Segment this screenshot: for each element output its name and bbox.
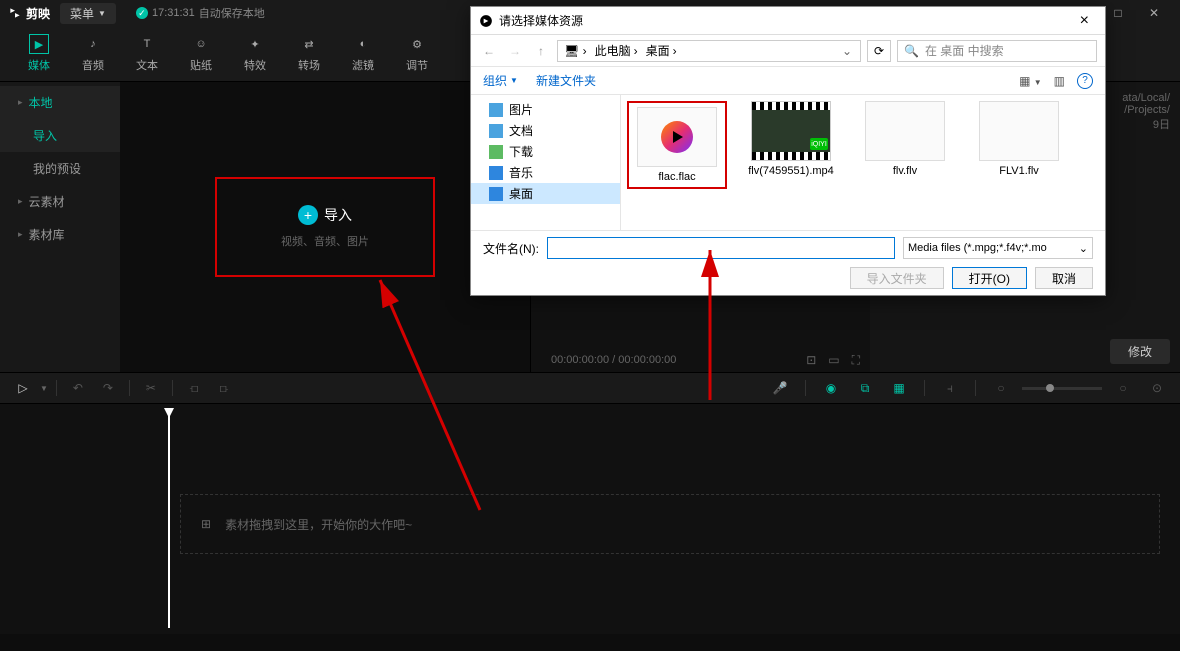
- import-dropzone[interactable]: + 导入 视频、音频、图片: [215, 177, 435, 277]
- pc-icon[interactable]: 🖥 ›: [560, 44, 591, 58]
- fullscreen-icon[interactable]: ⛶: [852, 353, 860, 368]
- file-item-1[interactable]: iQIYIflv(7459551).mp4: [741, 101, 841, 177]
- file-list: flac.flaciQIYIflv(7459551).mp4flv.flvFLV…: [621, 95, 1105, 230]
- preview-controls: ⊡ ▭ ⛶: [806, 353, 860, 368]
- nav-item-0[interactable]: 图片: [471, 99, 620, 120]
- timeline-toolbar: ▷ ▼ ↶ ↷ ✂ ⟤ ⟥ 🎤 ◉ ⧉ ▦ ⫞ ○ ○ ⊙: [0, 372, 1180, 404]
- undo-button[interactable]: ↶: [65, 377, 91, 399]
- time-display: 00:00:00:00 / 00:00:00:00: [551, 354, 676, 366]
- new-folder-button[interactable]: 新建文件夹: [536, 72, 596, 89]
- scale-icon[interactable]: ⊡: [806, 353, 816, 368]
- sidebar-item-0[interactable]: ▸本地: [0, 86, 120, 119]
- autosave-status: ✓ 17:31:31 自动保存本地: [136, 5, 265, 21]
- import-button[interactable]: + 导入: [298, 205, 352, 225]
- close-button[interactable]: ✕: [1136, 0, 1172, 26]
- align-button[interactable]: ⫞: [937, 377, 963, 399]
- dialog-close-button[interactable]: ×: [1072, 12, 1097, 30]
- import-hint: 视频、音频、图片: [281, 233, 369, 249]
- cancel-button[interactable]: 取消: [1035, 267, 1093, 289]
- nav-item-3[interactable]: 音乐: [471, 162, 620, 183]
- import-panel: + 导入 视频、音频、图片: [120, 82, 530, 372]
- link-button[interactable]: ⧉: [852, 377, 878, 399]
- address-dropdown[interactable]: ⌄: [836, 44, 858, 58]
- tab-3[interactable]: ☺贴纸: [174, 30, 228, 77]
- zoom-fit-button[interactable]: ⊙: [1144, 377, 1170, 399]
- dialog-footer: 文件名(N): Media files (*.mpg;*.f4v;*.mo⌄ 导…: [471, 230, 1105, 295]
- refresh-button[interactable]: ⟳: [867, 40, 891, 62]
- pointer-tool[interactable]: ▷: [10, 377, 36, 399]
- ratio-icon[interactable]: ▭: [828, 353, 839, 368]
- tab-5[interactable]: ⇄转场: [282, 30, 336, 77]
- add-track-icon[interactable]: ⊞: [201, 517, 211, 531]
- delete-right-button[interactable]: ⟥: [211, 377, 237, 399]
- redo-button[interactable]: ↷: [95, 377, 121, 399]
- delete-left-button[interactable]: ⟤: [181, 377, 207, 399]
- tab-6[interactable]: ◐滤镜: [336, 30, 390, 77]
- tab-4[interactable]: ✦特效: [228, 30, 282, 77]
- dialog-nav: ← → ↑ 🖥 › 此电脑 › 桌面 › ⌄ ⟳ 🔍 在 桌面 中搜索: [471, 35, 1105, 67]
- breadcrumb-pc[interactable]: 此电脑 ›: [591, 42, 642, 59]
- dialog-toolbar: 组织 ▼ 新建文件夹 ▦ ▼ ▥ ?: [471, 67, 1105, 95]
- dialog-titlebar: 请选择媒体资源 ×: [471, 7, 1105, 35]
- magnet-button[interactable]: ◉: [818, 377, 844, 399]
- view-options[interactable]: ▦ ▼: [1019, 74, 1042, 88]
- zoom-slider[interactable]: [1022, 387, 1102, 390]
- app-icon: [479, 14, 493, 28]
- preview-pane-button[interactable]: ▥: [1054, 74, 1065, 88]
- file-filter-select[interactable]: Media files (*.mpg;*.f4v;*.mo⌄: [903, 237, 1093, 259]
- mic-button[interactable]: 🎤: [767, 377, 793, 399]
- zoom-in-button[interactable]: ○: [1110, 377, 1136, 399]
- zoom-out-button[interactable]: ○: [988, 377, 1014, 399]
- plus-icon: +: [298, 205, 318, 225]
- sidebar-item-3[interactable]: ▸云素材: [0, 185, 120, 218]
- file-open-dialog: 请选择媒体资源 × ← → ↑ 🖥 › 此电脑 › 桌面 › ⌄ ⟳ 🔍 在 桌…: [470, 6, 1106, 296]
- nav-item-4[interactable]: 桌面: [471, 183, 620, 204]
- check-icon: ✓: [136, 7, 148, 19]
- import-folder-button[interactable]: 导入文件夹: [850, 267, 944, 289]
- forward-button[interactable]: →: [505, 44, 525, 58]
- up-button[interactable]: ↑: [531, 44, 551, 58]
- preview-toggle[interactable]: ▦: [886, 377, 912, 399]
- main-track[interactable]: ⊞ 素材拖拽到这里，开始你的大作吧~: [180, 494, 1160, 554]
- search-icon: 🔍: [904, 44, 919, 58]
- tab-2[interactable]: T文本: [120, 30, 174, 77]
- dialog-sidebar: 图片文档下载音乐桌面: [471, 95, 621, 230]
- file-item-3[interactable]: FLV1.flv: [969, 101, 1069, 177]
- address-bar[interactable]: 🖥 › 此电脑 › 桌面 › ⌄: [557, 40, 861, 62]
- file-item-0[interactable]: flac.flac: [627, 101, 727, 189]
- menu-button[interactable]: 菜单▼: [60, 3, 116, 24]
- sidebar-item-4[interactable]: ▸素材库: [0, 218, 120, 251]
- timeline[interactable]: ⊞ 素材拖拽到这里，开始你的大作吧~: [0, 404, 1180, 634]
- playhead[interactable]: [168, 408, 170, 628]
- sidebar: ▸本地导入我的预设▸云素材▸素材库: [0, 82, 120, 372]
- nav-item-1[interactable]: 文档: [471, 120, 620, 141]
- help-button[interactable]: ?: [1077, 73, 1093, 89]
- nav-item-2[interactable]: 下载: [471, 141, 620, 162]
- back-button[interactable]: ←: [479, 44, 499, 58]
- filename-input[interactable]: [547, 237, 895, 259]
- split-button[interactable]: ✂: [138, 377, 164, 399]
- tab-7[interactable]: ⚙调节: [390, 30, 444, 77]
- tab-0[interactable]: ▶媒体: [12, 30, 66, 77]
- modify-button[interactable]: 修改: [1110, 339, 1170, 364]
- sidebar-item-2[interactable]: 我的预设: [0, 152, 120, 185]
- tab-1[interactable]: ♪音频: [66, 30, 120, 77]
- search-input[interactable]: 🔍 在 桌面 中搜索: [897, 40, 1097, 62]
- filename-label: 文件名(N):: [483, 240, 539, 257]
- track-hint: 素材拖拽到这里，开始你的大作吧~: [225, 516, 412, 533]
- open-button[interactable]: 打开(O): [952, 267, 1027, 289]
- sidebar-item-1[interactable]: 导入: [0, 119, 120, 152]
- breadcrumb-desktop[interactable]: 桌面 ›: [642, 42, 681, 59]
- organize-menu[interactable]: 组织 ▼: [483, 72, 518, 89]
- dialog-title: 请选择媒体资源: [499, 12, 583, 29]
- file-item-2[interactable]: flv.flv: [855, 101, 955, 177]
- app-logo: 剪映: [8, 5, 50, 22]
